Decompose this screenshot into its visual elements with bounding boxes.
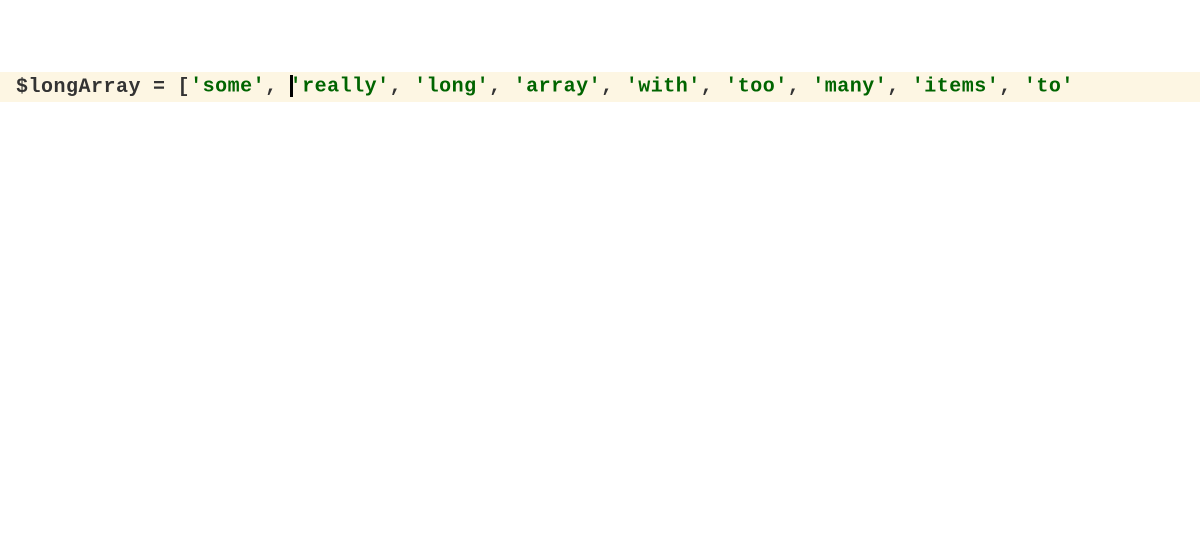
token-comma: , (390, 76, 403, 99)
token-comma: , (601, 76, 614, 99)
token-string: 'some' (190, 76, 265, 99)
token-bracket-open: [ (178, 76, 191, 99)
token-string: 'array' (514, 76, 602, 99)
token-string: 'long' (414, 76, 489, 99)
token-comma: , (489, 76, 502, 99)
token-string: 'too' (725, 76, 788, 99)
token-string: 'to' (1024, 76, 1074, 99)
token-variable: $longArray (16, 76, 141, 99)
array-items: 'some','really','long','array','with','t… (190, 75, 1074, 98)
token-string: 'with' (626, 76, 701, 99)
text-cursor (290, 75, 293, 97)
token-operator: = (153, 76, 166, 99)
code-line[interactable]: $longArray = [ 'some','really','long','a… (0, 72, 1200, 102)
code-editor[interactable]: $longArray = [ 'some','really','long','a… (0, 0, 1200, 558)
token-string: 'really' (290, 76, 390, 99)
token-comma: , (265, 76, 278, 99)
token-comma: , (999, 76, 1012, 99)
token-comma: , (701, 76, 714, 99)
token-string: 'many' (812, 76, 887, 99)
token-comma: , (788, 76, 801, 99)
token-string: 'items' (912, 76, 1000, 99)
token-comma: , (887, 76, 900, 99)
